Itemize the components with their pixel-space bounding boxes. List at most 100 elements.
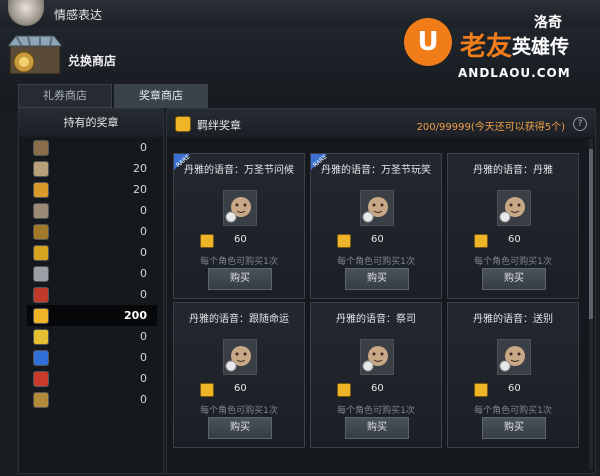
medal-row[interactable]: 0 <box>27 242 157 263</box>
blue-shield-medal-icon <box>33 350 49 366</box>
watermark-game: 英雄传 <box>512 36 570 58</box>
medal-count: 0 <box>140 267 147 280</box>
medal-row[interactable]: 0 <box>27 347 157 368</box>
medal-row[interactable]: 0 <box>27 326 157 347</box>
dark-skull-medal-icon <box>33 392 49 408</box>
item-price: 60 <box>508 234 521 245</box>
medal-row[interactable]: 0 <box>27 137 157 158</box>
watermark-brand: 老友 <box>460 32 513 62</box>
purchase-limit: 每个角色可购买1次 <box>337 257 415 267</box>
medal-count: 0 <box>140 372 147 385</box>
stone-badge-medal-icon <box>33 203 49 219</box>
purchase-limit: 每个角色可购买1次 <box>200 406 278 416</box>
item-price: 60 <box>234 234 247 245</box>
buy-button[interactable]: 购买 <box>482 268 546 290</box>
medal-shop-panel: 羁绊奖章 200/99999(今天还可以获得5个) ? RARE 丹雅的语音：万圣… <box>166 108 596 474</box>
medal-count: 0 <box>140 330 147 343</box>
item-card[interactable]: 丹雅的语音：丹雅 60 每个角色可购买1次 购买 <box>447 153 579 299</box>
bronze-shield-medal-icon <box>33 140 49 156</box>
medal-count: 0 <box>140 288 147 301</box>
tab-medal-shop[interactable]: 奖章商店 <box>114 84 208 108</box>
danya-portrait-icon <box>497 190 531 226</box>
smile-medal-icon <box>474 383 488 397</box>
owned-medals-title: 持有的奖章 <box>19 109 163 137</box>
medal-row[interactable]: 0 <box>27 263 157 284</box>
danya-portrait-icon <box>223 339 257 375</box>
dark-wing-medal-icon <box>33 224 49 240</box>
item-price: 60 <box>234 383 247 394</box>
red-gem-medal-icon <box>33 287 49 303</box>
medal-count: 200 <box>124 309 147 322</box>
medal-count: 0 <box>140 351 147 364</box>
medal-count: 0 <box>140 393 147 406</box>
tab-coupon-shop[interactable]: 礼券商店 <box>18 84 112 108</box>
site-watermark-logo: U 老友 洛奇 英雄传 ANDLAOU.COM <box>404 8 594 88</box>
scrollbar-thumb[interactable] <box>589 149 593 319</box>
medal-row[interactable]: 0 <box>27 389 157 410</box>
help-icon[interactable]: ? <box>573 117 587 131</box>
silver-crest-medal-icon <box>33 161 49 177</box>
item-price: 60 <box>371 383 384 394</box>
buy-button[interactable]: 购买 <box>482 417 546 439</box>
medal-count: 20 <box>133 162 147 175</box>
medal-count: 20 <box>133 183 147 196</box>
item-card[interactable]: 丹雅的语音：送别 60 每个角色可购买1次 购买 <box>447 302 579 448</box>
item-price: 60 <box>508 383 521 394</box>
owned-medals-panel: 持有的奖章 0 20 20 0 0 0 0 0 200 0 0 0 0 <box>18 108 164 474</box>
sword-medal-icon <box>33 266 49 282</box>
emotion-avatar-icon <box>8 0 44 26</box>
medal-shop-header: 羁绊奖章 200/99999(今天还可以获得5个) ? <box>167 109 595 137</box>
buy-button[interactable]: 购买 <box>345 417 409 439</box>
gold-sun-medal-icon <box>33 182 49 198</box>
shop-title: 兑换商店 <box>68 54 117 68</box>
item-card[interactable]: RARE 丹雅的语音：万圣节问候 60 每个角色可购买1次 购买 <box>173 153 305 299</box>
buy-button[interactable]: 购买 <box>345 268 409 290</box>
medal-row[interactable]: 200 <box>27 305 157 326</box>
danya-portrait-icon <box>360 190 394 226</box>
item-title: 丹雅的语音：丹雅 <box>473 165 553 176</box>
emotion-title: 情感表达 <box>54 8 103 22</box>
yellow-star-medal-icon <box>33 329 49 345</box>
red-orb-medal-icon <box>33 371 49 387</box>
danya-portrait-icon <box>360 339 394 375</box>
item-card[interactable]: RARE 丹雅的语音：万圣节玩笑 60 每个角色可购买1次 购买 <box>310 153 442 299</box>
item-title: 丹雅的语音：跟随命运 <box>189 314 289 325</box>
item-card[interactable]: 丹雅的语音：跟随命运 60 每个角色可购买1次 购买 <box>173 302 305 448</box>
medal-count: 0 <box>140 204 147 217</box>
medal-list: 0 20 20 0 0 0 0 0 200 0 0 0 0 <box>19 137 163 410</box>
shop-stall-icon <box>8 35 62 75</box>
item-title: 丹雅的语音：祭司 <box>336 314 416 325</box>
medal-row[interactable]: 20 <box>27 158 157 179</box>
medal-row[interactable]: 0 <box>27 368 157 389</box>
smile-medal-icon <box>337 234 351 248</box>
watermark-game-top: 洛奇 <box>534 15 562 31</box>
medal-count: 0 <box>140 225 147 238</box>
item-title: 丹雅的语音：万圣节玩笑 <box>321 165 431 176</box>
medal-row[interactable]: 0 <box>27 200 157 221</box>
medal-count: 0 <box>140 246 147 259</box>
medal-row[interactable]: 0 <box>27 284 157 305</box>
shop-tabs: 礼券商店 奖章商店 <box>18 84 210 108</box>
buy-button[interactable]: 购买 <box>208 417 272 439</box>
smile-medal-icon <box>33 308 49 324</box>
purchase-limit: 每个角色可购买1次 <box>474 406 552 416</box>
bond-medal-icon <box>175 116 191 132</box>
smile-medal-icon <box>200 383 214 397</box>
item-title: 丹雅的语音：万圣节问候 <box>184 165 294 176</box>
smile-medal-icon <box>337 383 351 397</box>
medal-count: 0 <box>140 141 147 154</box>
medal-count-status: 200/99999(今天还可以获得5个) <box>416 122 565 133</box>
buy-button[interactable]: 购买 <box>208 268 272 290</box>
purchase-limit: 每个角色可购买1次 <box>337 406 415 416</box>
purchase-limit: 每个角色可购买1次 <box>474 257 552 267</box>
watermark-letter: U <box>404 18 452 66</box>
item-card[interactable]: 丹雅的语音：祭司 60 每个角色可购买1次 购买 <box>310 302 442 448</box>
item-price: 60 <box>371 234 384 245</box>
watermark-url: ANDLAOU.COM <box>458 66 571 80</box>
medal-row[interactable]: 0 <box>27 221 157 242</box>
gold-wreath-medal-icon <box>33 245 49 261</box>
smile-medal-icon <box>200 234 214 248</box>
danya-portrait-icon <box>497 339 531 375</box>
medal-row[interactable]: 20 <box>27 179 157 200</box>
bond-medal-title: 羁绊奖章 <box>197 119 241 132</box>
